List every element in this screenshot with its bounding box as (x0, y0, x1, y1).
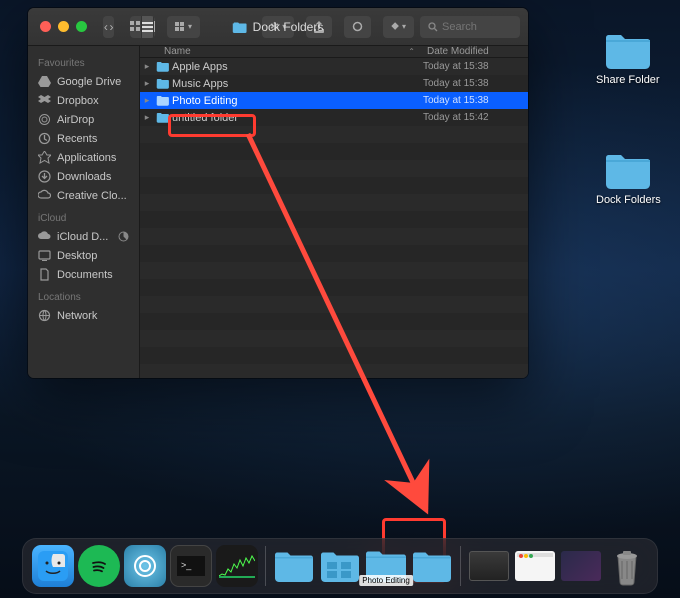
desktop-icon-dock-folders[interactable]: Dock Folders (596, 150, 661, 206)
folder-icon (154, 78, 170, 89)
table-row[interactable]: ▸ Music AppsToday at 15:38 (140, 75, 528, 92)
close-button[interactable] (40, 21, 51, 32)
dock-separator (460, 546, 461, 586)
dock-app-terminal[interactable]: >_ (169, 544, 213, 588)
table-row[interactable]: ▸ Apple AppsToday at 15:38 (140, 58, 528, 75)
dock-app-snagit[interactable] (123, 544, 167, 588)
dock-minimized-3[interactable] (559, 544, 603, 588)
titlebar[interactable]: ‹ › ▾ Dock Folders ✻▾ ⬥▾ (28, 8, 528, 46)
desktop-icon-share-folder[interactable]: Share Folder (596, 30, 660, 86)
dock: >_ Photo Editing (0, 538, 680, 594)
dock-folder-4[interactable] (410, 544, 454, 588)
folder-icon (604, 150, 652, 190)
forward-button[interactable]: › (109, 16, 115, 38)
svg-text:>_: >_ (181, 560, 192, 570)
view-icon-button[interactable] (130, 16, 142, 38)
dock-folder-1[interactable] (272, 544, 316, 588)
arrange-button[interactable]: ▾ (167, 16, 200, 38)
row-name: Apple Apps (170, 61, 423, 73)
table-row[interactable]: ▸ Photo EditingToday at 15:38 (140, 92, 528, 109)
tags-button[interactable] (344, 16, 371, 38)
disclosure-caret-icon[interactable]: ▸ (140, 78, 154, 89)
disclosure-caret-icon[interactable]: ▸ (140, 61, 154, 72)
sidebar-item-desktop[interactable]: Desktop (28, 246, 139, 265)
dock-folder-2[interactable] (318, 544, 362, 588)
row-date: Today at 15:42 (423, 112, 528, 123)
dock-minimized-1[interactable] (467, 544, 511, 588)
folder-icon (604, 30, 652, 70)
dock-separator (265, 546, 266, 586)
dock-app-spotify[interactable] (77, 544, 121, 588)
row-name: Music Apps (170, 78, 423, 90)
desktop-icon-label: Dock Folders (596, 194, 661, 206)
maximize-button[interactable] (76, 21, 87, 32)
disclosure-caret-icon[interactable]: ▸ (140, 112, 154, 123)
nav-buttons: ‹ › (103, 16, 114, 38)
sidebar-item-icloud-drive[interactable]: iCloud D... (28, 227, 139, 246)
search-input[interactable] (442, 21, 512, 33)
folder-icon (154, 61, 170, 72)
dock-folder-photo-editing[interactable]: Photo Editing (364, 544, 408, 588)
row-date: Today at 15:38 (423, 61, 528, 72)
search-icon (428, 22, 438, 32)
sidebar: Favourites Google Drive Dropbox AirDrop … (28, 46, 140, 378)
sidebar-item-documents[interactable]: Documents (28, 265, 139, 284)
folder-icon (154, 112, 170, 123)
row-name: untitled folder (170, 112, 423, 124)
column-name[interactable]: Name (140, 46, 408, 57)
dock-folder-label: Photo Editing (359, 575, 413, 586)
search-field[interactable] (420, 16, 520, 38)
file-list: Name ⌃ Date Modified ▸Apple AppsToday at… (140, 46, 528, 378)
sidebar-item-dropbox[interactable]: Dropbox (28, 91, 139, 110)
pie-icon (118, 231, 129, 242)
sidebar-item-google-drive[interactable]: Google Drive (28, 72, 139, 91)
column-date[interactable]: Date Modified (423, 46, 528, 57)
sidebar-item-recents[interactable]: Recents (28, 129, 139, 148)
sidebar-header-icloud: iCloud (28, 205, 139, 227)
sidebar-item-downloads[interactable]: Downloads (28, 167, 139, 186)
view-switcher (130, 16, 155, 38)
desktop-icon-label: Share Folder (596, 74, 660, 86)
window-title: Dock Folders (233, 20, 324, 34)
row-name: Photo Editing (170, 95, 423, 107)
dropbox-button[interactable]: ⬥▾ (383, 16, 414, 38)
window-controls (36, 21, 91, 32)
sort-caret-icon: ⌃ (408, 47, 423, 56)
row-date: Today at 15:38 (423, 95, 528, 106)
sidebar-item-airdrop[interactable]: AirDrop (28, 110, 139, 129)
view-list-button[interactable] (142, 16, 154, 38)
sidebar-item-creative-cloud[interactable]: Creative Clo... (28, 186, 139, 205)
column-headers[interactable]: Name ⌃ Date Modified (140, 46, 528, 58)
sidebar-header-favourites: Favourites (28, 50, 139, 72)
minimize-button[interactable] (58, 21, 69, 32)
table-row[interactable]: ▸ untitled folderToday at 15:42 (140, 109, 528, 126)
dock-trash[interactable] (605, 544, 649, 588)
folder-icon (154, 95, 170, 106)
sidebar-item-applications[interactable]: Applications (28, 148, 139, 167)
dock-minimized-2[interactable] (513, 544, 557, 588)
dock-app-activity[interactable] (215, 544, 259, 588)
sidebar-header-locations: Locations (28, 284, 139, 306)
disclosure-caret-icon[interactable]: ▸ (140, 95, 154, 106)
row-date: Today at 15:38 (423, 78, 528, 89)
dock-app-finder[interactable] (31, 544, 75, 588)
sidebar-item-network[interactable]: Network (28, 306, 139, 325)
view-column-button[interactable] (154, 16, 155, 38)
finder-window: ‹ › ▾ Dock Folders ✻▾ ⬥▾ Favourites Goog… (28, 8, 528, 378)
folder-icon (233, 21, 247, 33)
